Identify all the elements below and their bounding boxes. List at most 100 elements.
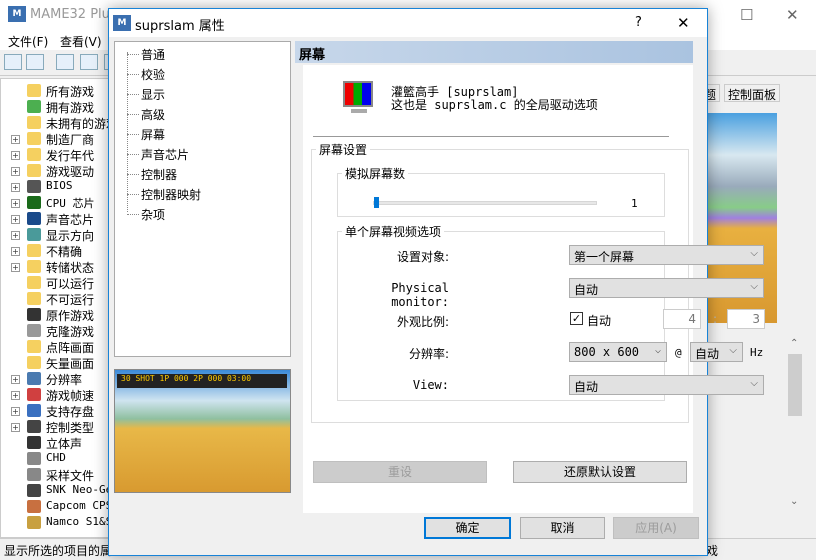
tree-item[interactable]: + 控制类型 [1, 419, 121, 435]
folder-icon [27, 148, 41, 161]
tree-item[interactable]: 克隆游戏 [1, 323, 121, 339]
refresh-select[interactable]: 自动 ⌵ [690, 342, 743, 362]
close-button[interactable]: ✕ [786, 6, 799, 24]
folder-tree[interactable]: 所有游戏 拥有游戏 未拥有的游戏 + 制造厂商 + 发行年代 + 游戏驱动 + BIOS + CPU 芯… [0, 78, 119, 538]
nav-item[interactable]: 校验 [141, 66, 165, 83]
aspect-height-input[interactable]: 3 [727, 309, 765, 329]
expand-icon[interactable]: + [11, 391, 20, 400]
at-sign: @ [675, 346, 682, 359]
tree-item[interactable]: 立体声 [1, 435, 121, 451]
expand-icon[interactable]: + [11, 215, 20, 224]
property-nav-tree[interactable]: 普通校验显示高级屏幕声音芯片控制器控制器映射杂项 [114, 41, 291, 357]
tree-item[interactable]: CHD [1, 451, 121, 467]
per-screen-label: 单个屏幕视频选项 [345, 225, 442, 239]
scrollbar[interactable]: ⌃ ⌄ [786, 338, 803, 513]
tree-item[interactable]: + 不精确 [1, 243, 121, 259]
monitor-select[interactable]: 自动 ⌵ [569, 278, 764, 298]
detail-view-icon[interactable] [26, 54, 44, 70]
tree-item[interactable]: 采样文件 [1, 467, 121, 483]
resolution-select[interactable]: 800 x 600 ⌵ [569, 342, 667, 362]
nav-item[interactable]: 普通 [141, 46, 165, 63]
expand-icon[interactable]: + [11, 135, 20, 144]
nav-item[interactable]: 控制器 [141, 166, 177, 183]
dialog-close-button[interactable]: ✕ [677, 14, 690, 32]
tree-item[interactable]: + 制造厂商 [1, 131, 121, 147]
tree-item-label: 不精确 [46, 245, 83, 259]
scroll-down-icon[interactable]: ⌄ [790, 496, 798, 507]
menu-view[interactable]: 查看(V) [60, 33, 102, 50]
resolution-label: 分辨率: [408, 347, 449, 361]
num-screens-value: 1 [631, 197, 638, 210]
tree-item[interactable]: 可以运行 [1, 275, 121, 291]
expand-icon[interactable]: + [11, 231, 20, 240]
folder-icon [27, 452, 41, 465]
nav-item[interactable]: 声音芯片 [141, 146, 189, 163]
target-select[interactable]: 第一个屏幕 ⌵ [569, 245, 764, 265]
tree-item[interactable]: + 显示方向 [1, 227, 121, 243]
tree-item[interactable]: + 支持存盘 [1, 403, 121, 419]
scroll-thumb[interactable] [788, 354, 802, 416]
scroll-up-icon[interactable]: ⌃ [790, 338, 798, 349]
view-value: 自动 [574, 380, 599, 394]
tree-item[interactable]: SNK Neo-Geo [1, 483, 121, 499]
folder-icon [27, 276, 41, 289]
expand-icon[interactable]: + [11, 151, 20, 160]
help-button[interactable]: ? [635, 15, 642, 30]
tab-control-panel[interactable]: 控制面板 [724, 84, 781, 102]
tree-line [127, 174, 139, 175]
aspect-width-input[interactable]: 4 [663, 309, 701, 329]
nav-item[interactable]: 屏幕 [141, 126, 165, 143]
tree-item[interactable]: + BIOS [1, 179, 121, 195]
reset-button[interactable]: 重设 [313, 461, 487, 483]
tree-item[interactable]: 矢量画面 [1, 355, 121, 371]
tree-item[interactable]: 不可运行 [1, 291, 121, 307]
aspect-auto-checkbox[interactable]: ✓ [570, 312, 583, 325]
menu-file[interactable]: 文件(F) [8, 33, 48, 50]
ok-button[interactable]: 确定 [424, 517, 511, 539]
expand-icon[interactable]: + [11, 247, 20, 256]
tree-item[interactable]: + CPU 芯片 [1, 195, 121, 211]
expand-icon[interactable]: + [11, 167, 20, 176]
expand-icon[interactable]: + [11, 183, 20, 192]
nav-item[interactable]: 高级 [141, 106, 165, 123]
tree-item[interactable]: + 游戏帧速 [1, 387, 121, 403]
nav-item[interactable]: 杂项 [141, 206, 165, 223]
slider-thumb[interactable] [374, 197, 379, 208]
expand-icon[interactable]: + [11, 423, 20, 432]
view-select[interactable]: 自动 ⌵ [569, 375, 764, 395]
tree-item[interactable]: + 声音芯片 [1, 211, 121, 227]
tree-item[interactable]: 点阵画面 [1, 339, 121, 355]
main-window-title: MAME32 Plus [30, 7, 117, 22]
apply-button[interactable]: 应用(A) [613, 517, 699, 539]
monitor-value: 自动 [574, 283, 599, 297]
tree-item-label: 采样文件 [46, 469, 95, 483]
expand-icon[interactable]: + [11, 375, 20, 384]
tree-item[interactable]: + 游戏驱动 [1, 163, 121, 179]
num-screens-slider[interactable] [373, 197, 597, 208]
expand-icon[interactable]: + [11, 407, 20, 416]
cancel-button[interactable]: 取消 [520, 517, 605, 539]
tree-item[interactable]: + 发行年代 [1, 147, 121, 163]
nav-item[interactable]: 控制器映射 [141, 186, 201, 203]
tree-item-label: 游戏驱动 [46, 165, 95, 179]
expand-icon[interactable]: + [11, 263, 20, 272]
screen-page: 灌籃高手 [suprslam] 这也是 suprslam.c 的全局驱动选项 屏… [303, 65, 765, 513]
chevron-down-icon: ⌵ [750, 248, 758, 259]
restore-defaults-button[interactable]: 还原默认设置 [513, 461, 687, 483]
tree-item[interactable]: 所有游戏 [1, 83, 121, 99]
tree-item[interactable]: + 转储状态 [1, 259, 121, 275]
small-icons-icon[interactable] [80, 54, 98, 70]
tree-item[interactable]: 原作游戏 [1, 307, 121, 323]
tree-item[interactable]: 拥有游戏 [1, 99, 121, 115]
large-icons-icon[interactable] [56, 54, 74, 70]
num-screens-label: 模拟屏幕数 [345, 167, 406, 181]
expand-icon[interactable]: + [11, 199, 20, 208]
tree-item[interactable]: Capcom CPS [1, 499, 121, 515]
tree-item[interactable]: Namco S1&S2 [1, 515, 121, 531]
list-view-icon[interactable] [4, 54, 22, 70]
maximize-button[interactable]: ☐ [740, 6, 753, 24]
tree-item[interactable]: + 分辨率 [1, 371, 121, 387]
tree-item[interactable]: 未拥有的游戏 [1, 115, 121, 131]
nav-item[interactable]: 显示 [141, 86, 165, 103]
folder-icon [27, 356, 41, 369]
